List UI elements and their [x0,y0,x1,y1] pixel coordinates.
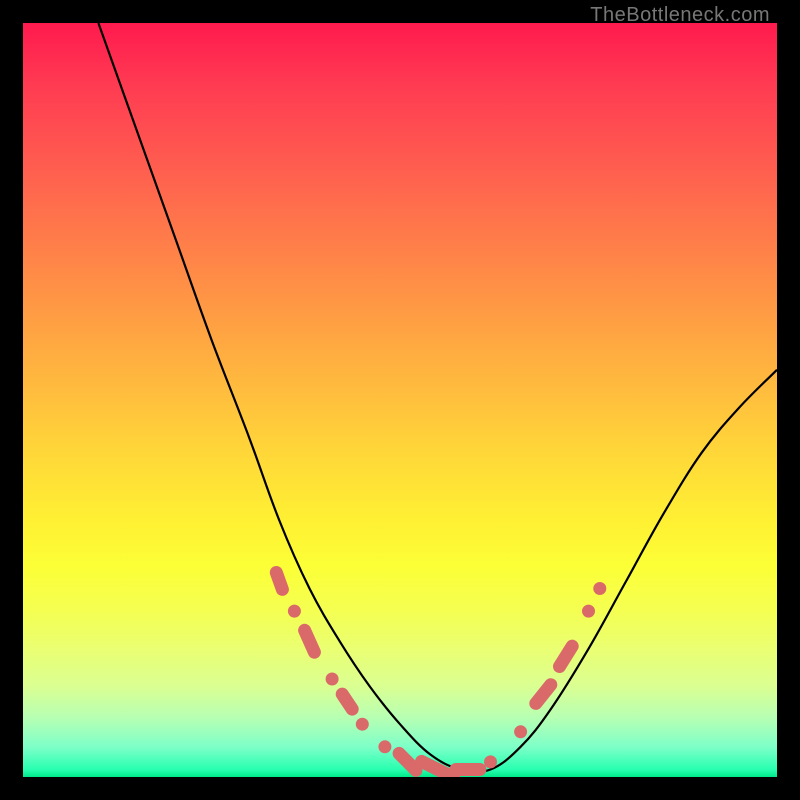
curve-marker [305,630,315,652]
curve-marker [378,740,391,753]
curve-marker [399,753,416,770]
curve-marker [484,755,497,768]
curve-marker [356,718,369,731]
plot-area [23,23,777,777]
curve-marker [593,582,606,595]
marker-group [276,573,606,778]
curve-marker [514,725,527,738]
curve-marker [326,673,339,686]
curve-marker [288,605,301,618]
bottleneck-curve [98,23,777,772]
curve-svg [23,23,777,777]
curve-marker [276,573,282,590]
curve-marker [536,685,551,704]
curve-marker [560,646,573,666]
watermark-text: TheBottleneck.com [590,4,770,27]
curve-marker [582,605,595,618]
curve-marker [342,694,352,709]
chart-frame: TheBottleneck.com [0,0,800,800]
curve-marker [422,761,454,777]
